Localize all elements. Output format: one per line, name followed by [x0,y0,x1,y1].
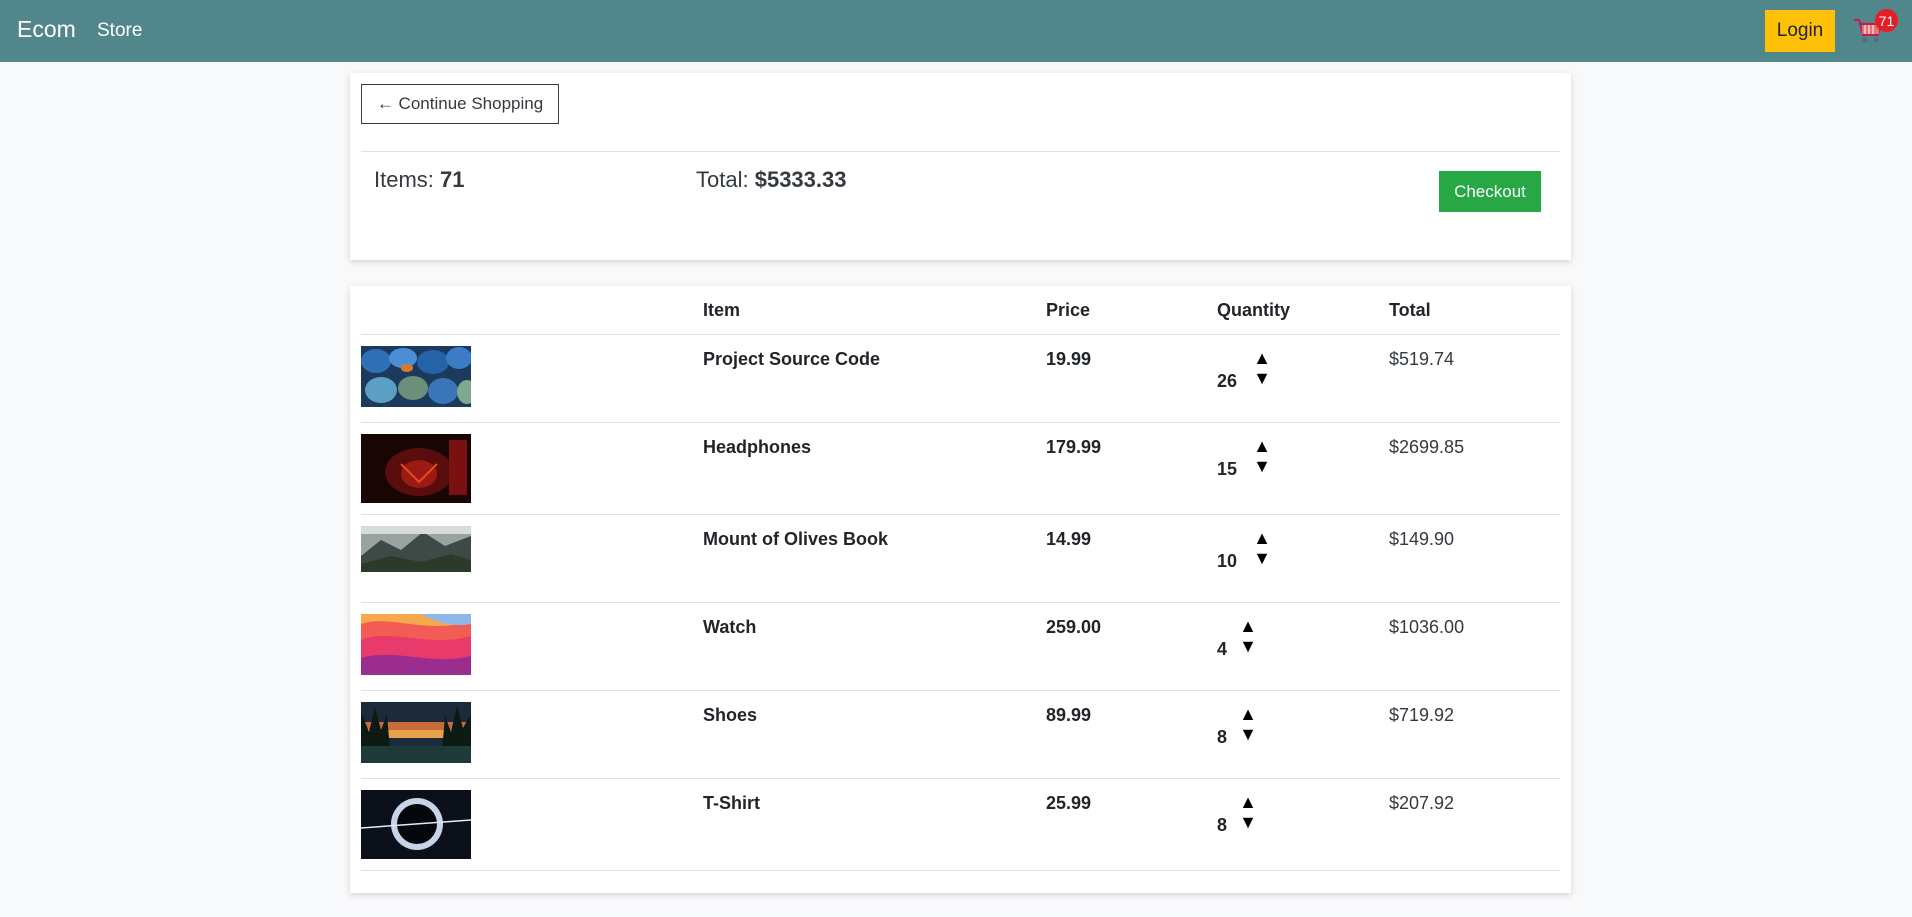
items-count: 71 [440,167,465,192]
arrow-down-icon[interactable]: ▼ [1253,368,1271,388]
cart-row: Project Source Code 19.99 26 ▲ ▼ $519.74 [361,334,1560,422]
cart-items-card: Item Price Quantity Total Project Source… [350,286,1571,893]
items-label: Items: [374,167,434,192]
cart-count-badge: 71 [1875,9,1898,32]
item-price: 19.99 [1046,349,1092,369]
item-total: $719.92 [1389,705,1455,725]
item-price: 259.00 [1046,617,1102,637]
forest-sunset-image [361,702,471,763]
arrow-up-icon[interactable]: ▲ [1253,436,1271,456]
item-price: 14.99 [1046,529,1092,549]
item-quantity: 4 [1217,639,1228,659]
item-name: Watch [703,617,757,637]
cart-summary-card: ← Continue Shopping Items: 71 Total: $53… [350,73,1571,260]
continue-shopping-button[interactable]: ← Continue Shopping [361,84,559,124]
header-total: Total [1389,300,1431,320]
arrow-down-icon[interactable]: ▼ [1239,636,1257,656]
arrow-down-icon[interactable]: ▼ [1253,548,1271,568]
total-label: Total: [696,167,749,192]
cart-row: Watch 259.00 4 ▲ ▼ $1036.00 [361,602,1560,690]
item-total: $2699.85 [1389,437,1465,457]
item-quantity: 10 [1217,551,1238,571]
item-name: Shoes [703,705,758,725]
brand-link[interactable]: Ecom [17,16,76,43]
item-quantity: 8 [1217,727,1228,747]
navbar: Ecom Store Login 71 [0,0,1912,62]
arrow-up-icon[interactable]: ▲ [1239,616,1257,636]
item-total: $519.74 [1389,349,1455,369]
header-quantity: Quantity [1217,300,1291,320]
item-name: Project Source Code [703,349,881,369]
arrow-down-icon[interactable]: ▼ [1239,724,1257,744]
blue-stones-image [361,346,471,407]
arrow-up-icon[interactable]: ▲ [1253,528,1271,548]
cart-row: Headphones 179.99 15 ▲ ▼ $2699.85 [361,422,1560,514]
item-name: Mount of Olives Book [703,529,889,549]
header-price: Price [1046,300,1091,320]
item-quantity: 15 [1217,459,1238,479]
cart-row: T-Shirt 25.99 8 ▲ ▼ $207.92 [361,778,1560,870]
quantity-controls: ▲ ▼ [1252,528,1272,568]
item-quantity: 26 [1217,371,1238,391]
quantity-controls: ▲ ▼ [1252,436,1272,476]
store-link[interactable]: Store [97,20,142,42]
checkout-button[interactable]: Checkout [1439,171,1541,212]
item-name: T-Shirt [703,793,760,813]
item-price: 25.99 [1046,793,1092,813]
cart-row: Mount of Olives Book 14.99 10 ▲ ▼ $149.9… [361,514,1560,602]
mountain-landscape-image [361,526,471,572]
quantity-controls: ▲ ▼ [1238,792,1258,832]
divider [361,870,1560,871]
total-summary: Total: $5333.33 [696,167,846,193]
item-price: 89.99 [1046,705,1092,725]
red-demon-image [361,434,471,503]
divider [361,151,1560,152]
eclipse-image [361,790,471,859]
arrow-up-icon[interactable]: ▲ [1239,792,1257,812]
header-item: Item [703,300,741,320]
cart-row: Shoes 89.99 8 ▲ ▼ $719.92 [361,690,1560,778]
item-name: Headphones [703,437,812,457]
item-quantity: 8 [1217,815,1228,835]
item-total: $207.92 [1389,793,1455,813]
item-total: $1036.00 [1389,617,1465,637]
arrow-up-icon[interactable]: ▲ [1253,348,1271,368]
quantity-controls: ▲ ▼ [1238,616,1258,656]
quantity-controls: ▲ ▼ [1252,348,1272,388]
item-total: $149.90 [1389,529,1455,549]
item-price: 179.99 [1046,437,1102,457]
arrow-up-icon[interactable]: ▲ [1239,704,1257,724]
arrow-down-icon[interactable]: ▼ [1239,812,1257,832]
quantity-controls: ▲ ▼ [1238,704,1258,744]
login-button[interactable]: Login [1765,10,1835,52]
items-summary: Items: 71 [374,167,465,193]
arrow-down-icon[interactable]: ▼ [1253,456,1271,476]
total-amount: $5333.33 [754,167,847,192]
pink-waves-image [361,614,471,675]
